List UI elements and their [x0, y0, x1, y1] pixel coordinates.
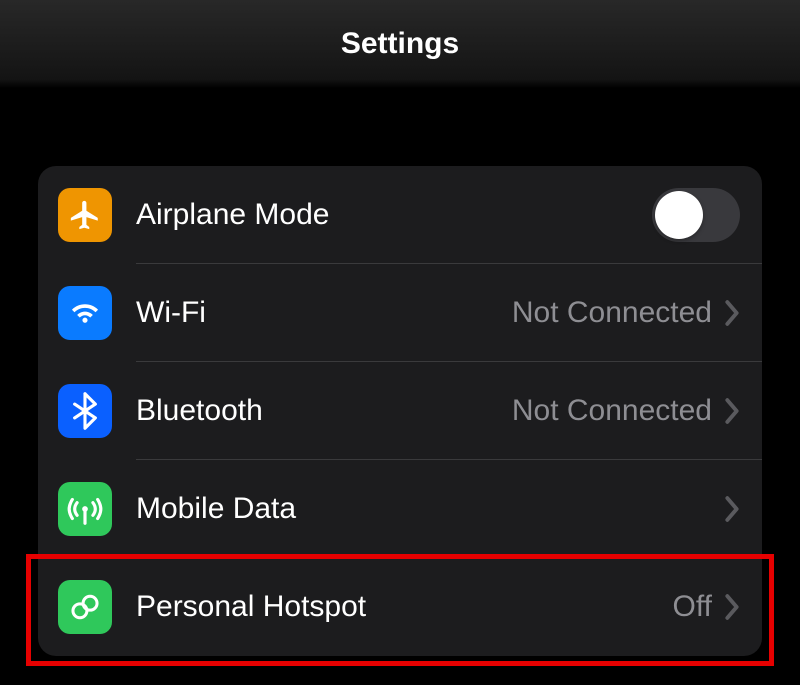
page-title: Settings [341, 27, 459, 61]
toggle-knob [655, 191, 703, 239]
personal-hotspot-label: Personal Hotspot [136, 590, 673, 624]
personal-hotspot-detail: Off [673, 590, 712, 624]
chevron-right-icon [724, 397, 740, 425]
mobile-data-label: Mobile Data [136, 492, 724, 526]
bluetooth-label: Bluetooth [136, 394, 512, 428]
cellular-icon [58, 482, 112, 536]
bluetooth-row[interactable]: Bluetooth Not Connected [38, 362, 762, 460]
wifi-row[interactable]: Wi-Fi Not Connected [38, 264, 762, 362]
mobile-data-row[interactable]: Mobile Data [38, 460, 762, 558]
personal-hotspot-row[interactable]: Personal Hotspot Off [38, 558, 762, 656]
airplane-mode-label: Airplane Mode [136, 198, 652, 232]
hotspot-icon [58, 580, 112, 634]
settings-content: Airplane Mode Wi-Fi Not Connected [0, 88, 800, 656]
wifi-detail: Not Connected [512, 296, 712, 330]
airplane-icon [58, 188, 112, 242]
wifi-icon [58, 286, 112, 340]
airplane-mode-row[interactable]: Airplane Mode [38, 166, 762, 264]
bluetooth-icon [58, 384, 112, 438]
connectivity-panel: Airplane Mode Wi-Fi Not Connected [38, 166, 762, 656]
settings-header: Settings [0, 0, 800, 88]
bluetooth-detail: Not Connected [512, 394, 712, 428]
chevron-right-icon [724, 299, 740, 327]
airplane-mode-toggle[interactable] [652, 188, 740, 242]
wifi-label: Wi-Fi [136, 296, 512, 330]
chevron-right-icon [724, 593, 740, 621]
chevron-right-icon [724, 495, 740, 523]
